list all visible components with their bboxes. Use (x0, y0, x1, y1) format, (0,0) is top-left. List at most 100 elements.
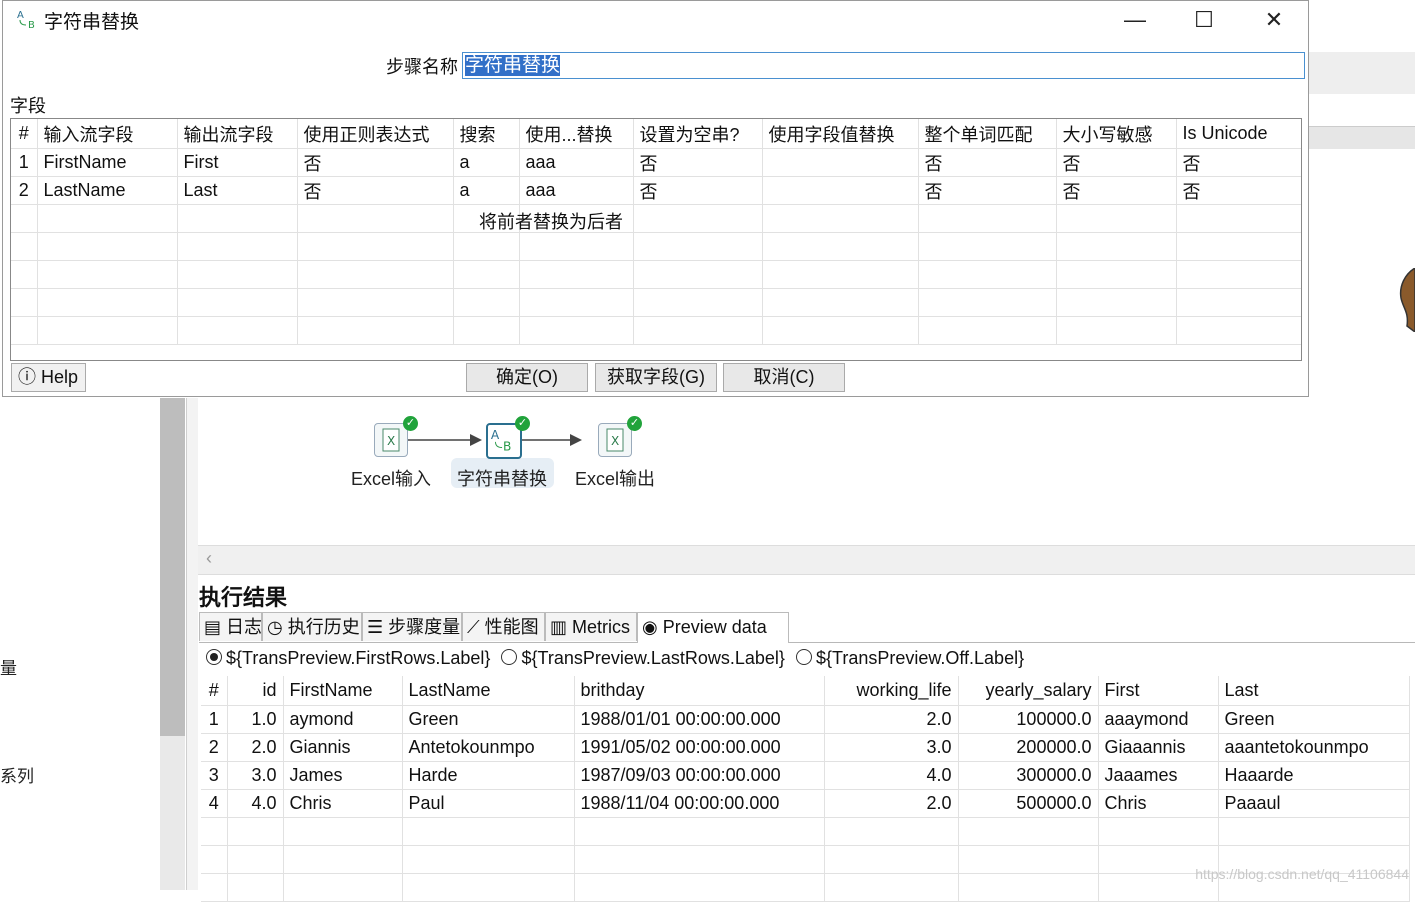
column-header[interactable]: LastName (402, 676, 575, 706)
table-cell[interactable]: aaa (519, 176, 634, 205)
help-button[interactable]: ⓘ Help (11, 363, 86, 392)
column-header[interactable]: working_life (824, 676, 959, 706)
table-cell: Jaaames (1098, 761, 1219, 790)
table-cell[interactable] (762, 148, 919, 177)
table-cell: 1 (201, 705, 228, 734)
table-cell[interactable]: 否 (1176, 176, 1301, 205)
column-header[interactable]: 使用正则表达式 (297, 119, 454, 149)
table-cell[interactable]: 否 (918, 176, 1057, 205)
column-header[interactable]: 设置为空串? (633, 119, 763, 149)
step-label: Excel输入 (351, 469, 432, 489)
cancel-button[interactable]: 取消(C) (723, 363, 845, 392)
dialog-title: 字符串替换 (44, 12, 140, 33)
table-cell: 1988/01/01 00:00:00.000 (574, 705, 825, 734)
column-header[interactable]: Is Unicode (1176, 119, 1301, 149)
table-cell: 3.0 (227, 761, 284, 790)
toolbar-strip (1309, 126, 1415, 149)
figure-fragment-icon (1399, 268, 1415, 332)
table-cell: Antetokounmpo (402, 733, 575, 762)
table-row[interactable]: 1 FirstName First 否 a aaa 否 否 否 否 (11, 148, 1301, 177)
hop-arrow-icon (522, 434, 582, 446)
column-tooltip: 将前者替换为后者 (479, 212, 623, 232)
table-row[interactable]: 4 4.0 Chris Paul 1988/11/04 00:00:00.000… (201, 789, 1410, 818)
table-row[interactable]: 2 2.0 Giannis Antetokounmpo 1991/05/02 0… (201, 733, 1410, 762)
table-header-row: # id FirstName LastName brithday working… (201, 676, 1410, 706)
column-header[interactable]: 大小写敏感 (1056, 119, 1177, 149)
svg-text:X: X (387, 434, 395, 448)
column-header[interactable]: First (1098, 676, 1219, 706)
close-button[interactable]: ✕ (1244, 1, 1304, 41)
tab-metrics[interactable]: ▥ Metrics (545, 612, 637, 641)
ok-button[interactable]: 确定(O) (466, 363, 588, 392)
tab-preview-data[interactable]: ◉ Preview data (637, 612, 789, 643)
table-cell[interactable]: aaa (519, 148, 634, 177)
radio-label: ${TransPreview.Off.Label} (815, 648, 1025, 668)
table-cell[interactable]: a (453, 148, 520, 177)
column-header[interactable]: 输入流字段 (37, 119, 178, 149)
table-cell[interactable] (762, 176, 919, 205)
table-cell[interactable]: Last (177, 176, 298, 205)
table-cell[interactable]: 否 (297, 148, 454, 177)
column-header[interactable]: FirstName (283, 676, 403, 706)
table-cell[interactable]: a (453, 176, 520, 205)
table-cell: aaantetokounmpo (1218, 733, 1410, 762)
column-header[interactable]: 输出流字段 (177, 119, 298, 149)
table-cell[interactable]: 否 (297, 176, 454, 205)
radio-last-rows[interactable] (501, 649, 518, 665)
column-header[interactable]: yearly_salary (958, 676, 1099, 706)
chart-icon: ⟋ (467, 617, 480, 637)
table-cell[interactable]: FirstName (37, 148, 178, 177)
table-cell[interactable]: 否 (1176, 148, 1301, 177)
table-row[interactable]: 2 LastName Last 否 a aaa 否 否 否 否 (11, 176, 1301, 205)
radio-off[interactable] (795, 649, 812, 665)
svg-text:A: A (17, 10, 24, 21)
table-cell: Haaarde (1218, 761, 1410, 790)
table-cell[interactable]: 否 (633, 148, 763, 177)
tab-step-metrics[interactable]: ☰ 步骤度量 (362, 612, 462, 641)
maximize-button[interactable]: ☐ (1174, 1, 1234, 41)
table-cell: aaaymond (1098, 705, 1219, 734)
column-header[interactable]: # (11, 119, 38, 149)
column-header[interactable]: 使用...替换 (519, 119, 634, 149)
table-cell[interactable]: LastName (37, 176, 178, 205)
step-ok-icon: ✓ (515, 416, 530, 431)
string-replace-dialog: AB 字符串替换 — ☐ ✕ 步骤名称 字符串替换 字段 # 输入流字段 输出流… (2, 0, 1309, 397)
toolbar-strip (1309, 52, 1415, 94)
table-cell[interactable]: 否 (633, 176, 763, 205)
empty-row (11, 260, 1301, 289)
empty-row (201, 817, 1410, 846)
step-name-input[interactable]: 字符串替换 (462, 52, 1305, 79)
column-header[interactable]: 使用字段值替换 (762, 119, 919, 149)
tab-log[interactable]: ▤ 日志 (199, 612, 262, 641)
table-cell: 2.0 (824, 705, 959, 734)
table-cell[interactable]: 否 (1056, 176, 1177, 205)
column-header[interactable]: id (227, 676, 284, 706)
table-cell[interactable]: 否 (918, 148, 1057, 177)
tab-performance[interactable]: ⟋ 性能图 (462, 612, 545, 641)
left-scrollbar-thumb[interactable] (160, 398, 185, 736)
table-cell[interactable]: First (177, 148, 298, 177)
table-row[interactable]: 1 1.0 aymond Green 1988/01/01 00:00:00.0… (201, 705, 1410, 734)
column-header[interactable]: 搜索 (453, 119, 520, 149)
table-row[interactable]: 3 3.0 James Harde 1987/09/03 00:00:00.00… (201, 761, 1410, 790)
radio-first-rows[interactable] (206, 649, 222, 665)
radio-label: ${TransPreview.LastRows.Label} (521, 648, 785, 668)
svg-text:A: A (491, 428, 500, 442)
tab-history[interactable]: ◷ 执行历史 (262, 612, 362, 641)
get-fields-button[interactable]: 获取字段(G) (595, 363, 717, 392)
excel-input-step-icon[interactable]: X (374, 423, 408, 457)
column-header[interactable]: # (201, 676, 228, 706)
table-header-row: # 输入流字段 输出流字段 使用正则表达式 搜索 使用...替换 设置为空串? … (11, 119, 1301, 149)
table-cell[interactable]: 否 (1056, 148, 1177, 177)
table-cell: 4.0 (227, 789, 284, 818)
canvas-horizontal-scrollbar[interactable]: ‹ (198, 545, 1415, 575)
column-header[interactable]: 整个单词匹配 (918, 119, 1057, 149)
left-panel-text: 系列 (0, 767, 34, 786)
minimize-button[interactable]: — (1105, 1, 1165, 41)
table-cell: Giannis (283, 733, 403, 762)
table-cell: 200000.0 (958, 733, 1099, 762)
excel-output-step-icon[interactable]: X (598, 423, 632, 457)
column-header[interactable]: Last (1218, 676, 1410, 706)
column-header[interactable]: brithday (574, 676, 825, 706)
scroll-left-icon[interactable]: ‹ (206, 548, 212, 569)
